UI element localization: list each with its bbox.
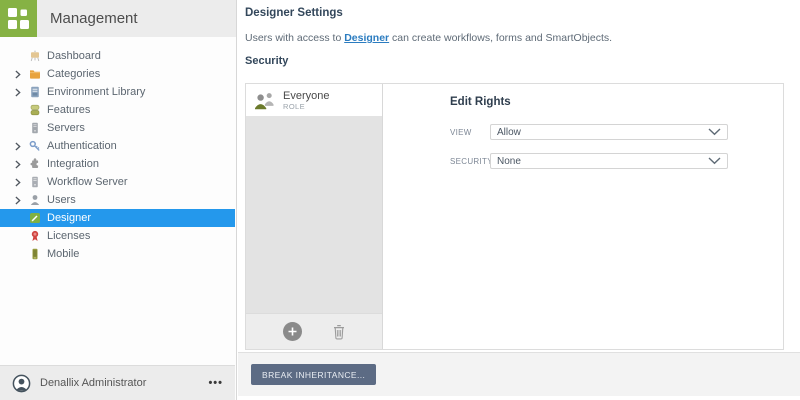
sidebar-header: Management — [0, 0, 236, 37]
footer-bar: BREAK INHERITANCE... — [238, 352, 800, 396]
user-icon — [29, 194, 41, 206]
sidebar-item-label: Servers — [47, 122, 85, 134]
chevron-down-icon — [708, 128, 721, 136]
sidebar-item-label: Features — [47, 104, 90, 116]
description-after: can create workflows, forms and SmartObj… — [389, 32, 612, 44]
sidebar-item-label: Users — [47, 194, 76, 206]
sidebar-item-designer[interactable]: Designer — [0, 209, 235, 227]
sidebar-item-label: Authentication — [47, 140, 117, 152]
mobile-icon — [29, 248, 41, 260]
security-label: SECURITY — [450, 157, 490, 166]
designer-link[interactable]: Designer — [344, 32, 389, 44]
role-list-item-everyone[interactable]: Everyone ROLE — [246, 84, 382, 117]
security-select-value: None — [497, 156, 521, 167]
description-text: Users with access to Designer can create… — [245, 32, 612, 44]
user-avatar-icon — [12, 374, 31, 393]
sidebar-item-integration[interactable]: Integration — [0, 155, 235, 173]
chevron-right-icon[interactable] — [15, 142, 29, 151]
delete-role-button[interactable] — [332, 324, 346, 340]
sidebar-item-label: Categories — [47, 68, 100, 80]
description-before: Users with access to — [245, 32, 344, 44]
app-title: Management — [37, 0, 236, 37]
dashboard-icon — [29, 50, 41, 62]
chevron-right-icon[interactable] — [15, 88, 29, 97]
edit-rights-title: Edit Rights — [450, 96, 783, 108]
servers-icon — [29, 122, 41, 134]
sidebar-item-licenses[interactable]: Licenses — [0, 227, 235, 245]
view-label: VIEW — [450, 128, 490, 137]
chevron-right-icon[interactable] — [15, 70, 29, 79]
chevron-down-icon — [708, 157, 721, 165]
chevron-right-icon[interactable] — [15, 196, 29, 205]
view-field-row: VIEW Allow — [450, 124, 783, 140]
sidebar-item-users[interactable]: Users — [0, 191, 235, 209]
security-panel: Everyone ROLE — [245, 83, 784, 350]
sidebar-item-features[interactable]: Features — [0, 101, 235, 119]
break-inheritance-button[interactable]: BREAK INHERITANCE... — [251, 364, 376, 385]
puzzle-icon — [29, 158, 41, 170]
license-icon — [29, 230, 41, 242]
sidebar-item-label: Integration — [47, 158, 99, 170]
sidebar-item-servers[interactable]: Servers — [0, 119, 235, 137]
role-list-empty-area — [246, 117, 382, 313]
security-heading: Security — [245, 55, 288, 67]
user-bar[interactable]: Denallix Administrator ••• — [0, 365, 235, 400]
app-window: Management Dashboard Categories Environmen… — [0, 0, 800, 400]
page-title: Designer Settings — [245, 7, 343, 19]
main-panel: Designer Settings Users with access to D… — [238, 0, 800, 400]
view-select[interactable]: Allow — [490, 124, 728, 140]
sidebar-item-label: Workflow Server — [47, 176, 127, 188]
sidebar-item-label: Designer — [47, 212, 91, 224]
sidebar-item-authentication[interactable]: Authentication — [0, 137, 235, 155]
more-options-button[interactable]: ••• — [208, 377, 223, 389]
app-logo-icon[interactable] — [0, 0, 37, 37]
role-name: Everyone — [283, 90, 329, 102]
view-select-value: Allow — [497, 127, 521, 138]
sidebar-nav: Dashboard Categories Environment Library Fe… — [0, 47, 235, 263]
sidebar-item-environment-library[interactable]: Environment Library — [0, 83, 235, 101]
folder-icon — [29, 68, 41, 80]
designer-icon — [29, 212, 41, 224]
sidebar: Management Dashboard Categories Environmen… — [0, 0, 237, 400]
role-type: ROLE — [283, 102, 329, 111]
library-icon — [29, 86, 41, 98]
chevron-right-icon[interactable] — [15, 160, 29, 169]
user-name: Denallix Administrator — [40, 377, 208, 389]
security-field-row: SECURITY None — [450, 153, 783, 169]
trash-icon — [332, 324, 346, 340]
workflow-server-icon — [29, 176, 41, 188]
security-select[interactable]: None — [490, 153, 728, 169]
plus-icon — [288, 327, 297, 336]
sidebar-item-label: Mobile — [47, 248, 79, 260]
sidebar-item-mobile[interactable]: Mobile — [0, 245, 235, 263]
role-list: Everyone ROLE — [246, 84, 383, 349]
sidebar-item-dashboard[interactable]: Dashboard — [0, 47, 235, 65]
edit-rights-pane: Edit Rights VIEW Allow SECURITY — [383, 84, 783, 349]
sidebar-item-label: Licenses — [47, 230, 90, 242]
add-role-button[interactable] — [283, 322, 302, 341]
sidebar-item-categories[interactable]: Categories — [0, 65, 235, 83]
key-icon — [29, 140, 41, 152]
sidebar-item-label: Environment Library — [47, 86, 145, 98]
chevron-right-icon[interactable] — [15, 178, 29, 187]
sidebar-item-workflow-server[interactable]: Workflow Server — [0, 173, 235, 191]
role-list-toolbar — [246, 313, 382, 349]
features-icon — [29, 104, 41, 116]
role-group-icon — [253, 91, 276, 110]
sidebar-item-label: Dashboard — [47, 50, 101, 62]
role-text: Everyone ROLE — [283, 90, 329, 111]
